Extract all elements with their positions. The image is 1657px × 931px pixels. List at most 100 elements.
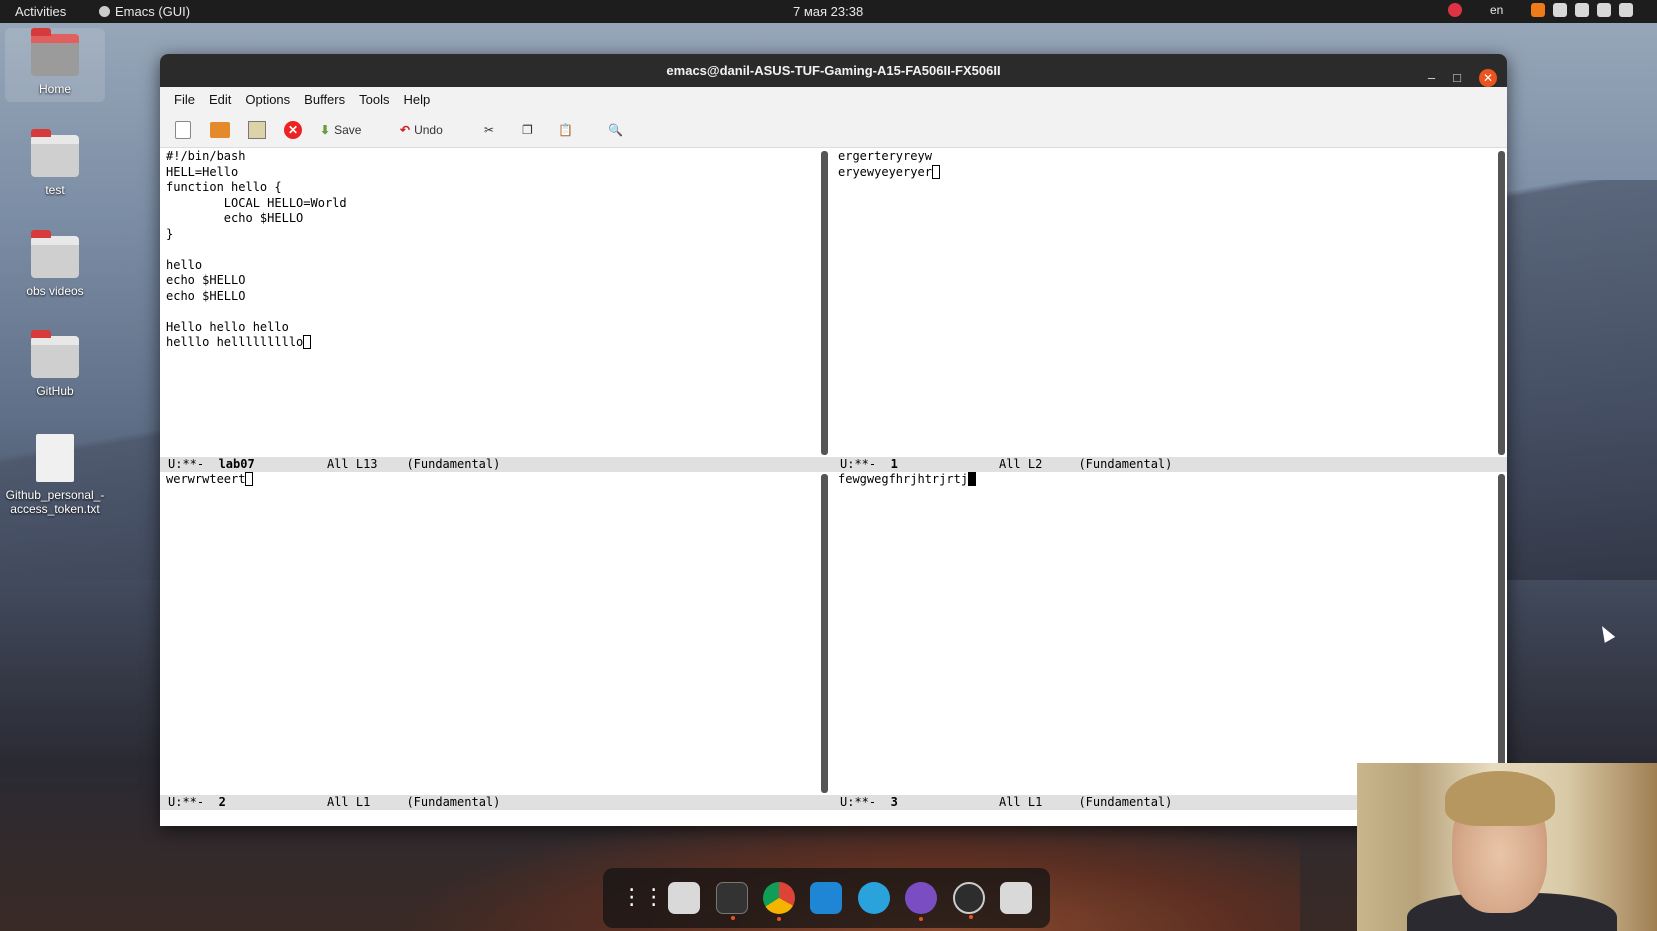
menu-file[interactable]: File [167,92,202,107]
window-titlebar[interactable]: emacs@danil-ASUS-TUF-Gaming-A15-FA506II-… [160,54,1507,87]
vscode-icon[interactable] [810,882,843,914]
menu-edit[interactable]: Edit [202,92,238,107]
microphone-icon[interactable] [1597,3,1612,17]
obs-icon[interactable] [952,882,985,919]
copy-button[interactable]: ❐ [522,121,533,139]
mode-line-buffer: 2 [218,795,226,809]
mode-line-position: All L1 [326,795,371,809]
kill-buffer-button[interactable]: ✕ [284,121,302,139]
mode-line-major-mode: (Fundamental) [406,795,501,809]
menu-buffers[interactable]: Buffers [297,92,352,107]
save-arrow-icon: ⬇ [320,123,331,137]
dired-button[interactable] [248,121,266,139]
buffer-text[interactable]: #!/bin/bash HELL=Hello function hello { … [166,149,347,349]
desktop-icon-obs-videos[interactable]: obs videos [5,230,105,298]
trash-icon[interactable] [1000,882,1033,914]
cursor [245,472,254,486]
system-tray[interactable]: en [1448,3,1634,17]
scrollbar[interactable] [1498,151,1505,455]
buffer-text[interactable]: fewgwegfhrjhtrjrtj [838,472,968,486]
minimize-button[interactable]: – [1428,61,1435,94]
new-file-button[interactable] [175,121,191,139]
mode-line-buffer: lab07 [218,457,255,471]
menu-tools[interactable]: Tools [352,92,396,107]
search-button[interactable]: 🔍 [608,121,623,139]
desktop-icon-label: obs videos [26,284,84,298]
home-folder-icon [31,28,79,76]
cursor [931,164,940,179]
webcam-overlay [1357,763,1657,931]
mouse-pointer-icon [1596,623,1616,643]
undo-button[interactable]: ↶ Undo [400,121,443,139]
search-icon: 🔍 [608,123,623,137]
menu-help[interactable]: Help [396,92,437,107]
open-file-button[interactable] [210,121,230,139]
window-divider[interactable] [816,149,828,809]
undo-label: Undo [414,123,443,137]
battery-icon[interactable] [1619,3,1634,17]
save-button[interactable]: ⬇ Save [320,121,361,139]
volume-icon[interactable] [1575,3,1590,17]
cut-button[interactable]: ✂ [484,121,494,139]
scrollbar[interactable] [1498,474,1505,793]
desktop-icon-github[interactable]: GitHub [5,330,105,398]
close-button[interactable]: ✕ [1479,68,1497,87]
desktop-icon-label: GitHub [36,384,74,398]
desktop-icon-token-file[interactable]: Github_personal_- access_token.txt [5,434,105,516]
mode-line-status: U:**- [168,795,205,809]
window-title: emacs@danil-ASUS-TUF-Gaming-A15-FA506II-… [666,63,1001,78]
desktop-icon-test[interactable]: test [5,129,105,197]
desktop-icon-label: Github_personal_- access_token.txt [5,488,105,516]
editor-pane-bottom-left[interactable]: werwrwteert [160,472,816,795]
menu-bar: File Edit Options Buffers Tools Help [160,87,1507,112]
update-icon[interactable] [1531,3,1546,17]
mode-line-top-right[interactable]: U:**- 1 All L2 (Fundamental) [832,457,1507,472]
text-file-icon [36,434,74,482]
wifi-icon[interactable] [1553,3,1568,17]
clock[interactable]: 7 мая 23:38 [793,4,863,19]
mode-line-major-mode: (Fundamental) [1078,457,1173,471]
mode-line-position: All L2 [998,457,1043,471]
desktop-icon-label: test [45,183,65,197]
paste-button[interactable]: 📋 [558,121,573,139]
mode-line-position: All L1 [998,795,1043,809]
desktop-icon-home[interactable]: Home [5,28,105,102]
menu-options[interactable]: Options [238,92,297,107]
mode-line-status: U:**- [840,795,877,809]
emacs-dock-icon[interactable] [905,882,938,921]
mode-line-bottom-left[interactable]: U:**- 2 All L1 (Fundamental) [160,795,832,810]
mode-line-top-left[interactable]: U:**- lab07 All L13 (Fundamental) [160,457,832,472]
toolbar: ✕ ⬇ Save ↶ Undo ✂ ❐ 📋 🔍 [160,112,1507,148]
maximize-button[interactable]: □ [1453,61,1461,94]
mode-line-position: All L13 [326,457,378,471]
mode-line-major-mode: (Fundamental) [1078,795,1173,809]
app-grid-icon[interactable]: ⋮⋮⋮ [621,882,687,914]
buffer-text[interactable]: ergerteryreyw eryewyeyeryer [838,149,932,179]
app-name: Emacs (GUI) [115,4,191,19]
save-label: Save [334,123,362,137]
editor-pane-top-left[interactable]: #!/bin/bash HELL=Hello function hello { … [160,149,816,457]
activities-button[interactable]: Activities [15,4,66,19]
mode-line-status: U:**- [840,457,877,471]
editor-pane-top-right[interactable]: ergerteryreyw eryewyeyeryer [832,149,1497,457]
paste-icon: 📋 [558,123,573,137]
chrome-icon[interactable] [763,882,796,921]
top-bar: Activities Emacs (GUI) 7 мая 23:38 en [0,0,1657,23]
webcam-person-hair [1445,771,1555,826]
keyboard-layout[interactable]: en [1490,3,1503,17]
terminal-icon[interactable] [715,882,748,920]
app-menu[interactable]: Emacs (GUI) [99,4,190,19]
mode-line-major-mode: (Fundamental) [406,457,501,471]
emacs-icon [99,6,110,17]
mode-line-buffer: 3 [890,795,898,809]
telegram-icon[interactable] [857,882,890,914]
cursor [303,335,312,349]
cursor [968,472,977,486]
buffer-text[interactable]: werwrwteert [166,472,245,486]
editor-pane-bottom-right[interactable]: fewgwegfhrjhtrjrtj [832,472,1497,795]
obs-tray-icon[interactable] [1448,3,1462,17]
directory-icon [248,121,266,139]
files-icon[interactable] [668,882,701,914]
mode-line-status: U:**- [168,457,205,471]
copy-icon: ❐ [522,123,533,137]
